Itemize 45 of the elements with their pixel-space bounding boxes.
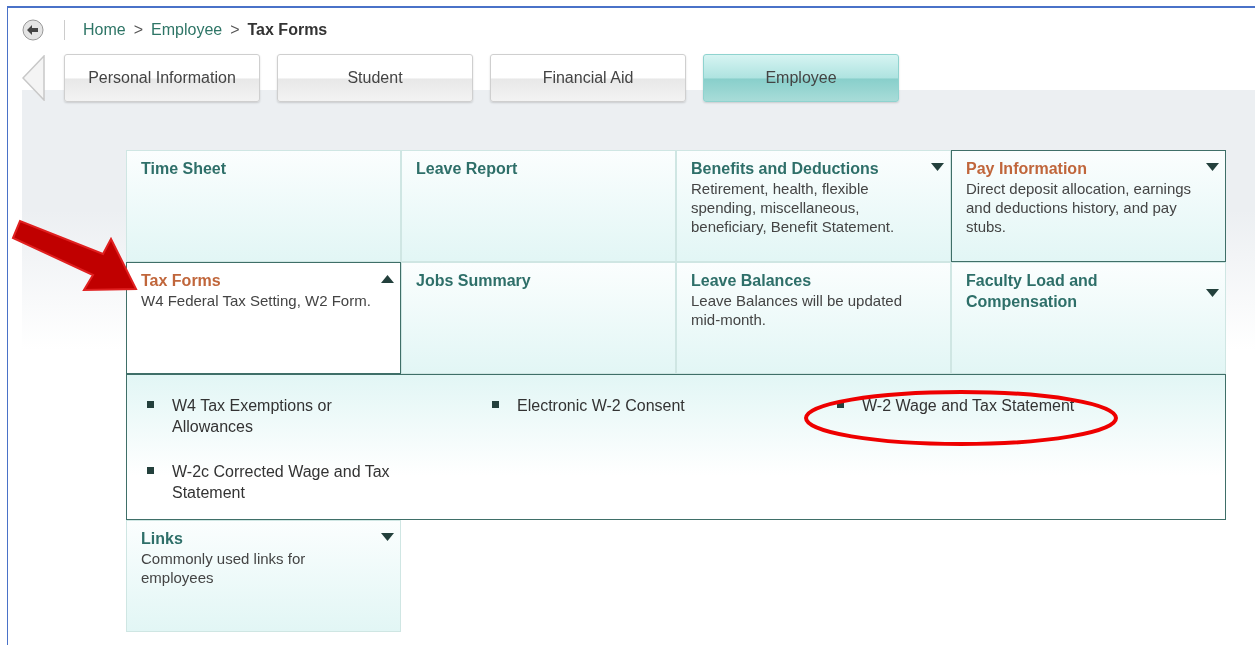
caret-down-icon[interactable]	[1206, 289, 1219, 297]
submenu-link[interactable]: Electronic W-2 Consent	[517, 395, 685, 416]
menu-tile[interactable]: Benefits and Deductions Retirement, health, flexible spending, miscellaneous, beneficiary, Benefit Statement.	[676, 150, 951, 262]
nav-tab[interactable]: Financial Aid	[490, 54, 686, 102]
tile-title[interactable]: Jobs Summary	[416, 270, 531, 291]
menu-tile[interactable]: Leave Balances Leave Balances will be updated mid-month.	[676, 262, 951, 374]
menu-tile[interactable]: Leave Report	[401, 150, 676, 262]
caret-down-icon[interactable]	[931, 163, 944, 171]
caret-down-icon[interactable]	[381, 533, 394, 541]
nav-tab[interactable]: Employee	[703, 54, 899, 102]
bullet-icon	[837, 401, 844, 408]
menu-tile[interactable]: Links Commonly used links for employees	[126, 520, 401, 632]
tile-title[interactable]: Links	[141, 528, 183, 549]
tile-title[interactable]: Time Sheet	[141, 158, 227, 179]
menu-tile[interactable]: Pay Information Direct deposit allocation, earnings and deductions history, and pay stubs.	[951, 150, 1226, 262]
menu-tile[interactable]: Faculty Load and Compensation	[951, 262, 1226, 374]
breadcrumb-separator: >	[230, 21, 240, 39]
tile-title[interactable]: Leave Balances	[691, 270, 812, 291]
breadcrumb-link[interactable]: Employee	[151, 21, 223, 39]
bullet-icon	[147, 401, 154, 408]
tile-description: Leave Balances will be updated mid-month.	[691, 291, 903, 329]
menu-tile[interactable]: Time Sheet	[126, 150, 401, 262]
tile-title[interactable]: Benefits and Deductions	[691, 158, 879, 179]
caret-down-icon[interactable]	[1206, 163, 1219, 171]
tile-description: Retirement, health, flexible spending, miscellaneous, beneficiary, Benefit Statement.	[691, 179, 896, 236]
bullet-icon	[147, 467, 154, 474]
back-icon[interactable]	[22, 19, 44, 41]
tile-title[interactable]: Tax Forms	[141, 270, 221, 291]
submenu-link[interactable]: W-2c Corrected Wage and Tax Statement	[172, 461, 412, 503]
submenu-link[interactable]: W4 Tax Exemptions or Allowances	[172, 395, 412, 437]
breadcrumb-current: Tax Forms	[247, 21, 328, 39]
breadcrumb-link[interactable]: Home	[83, 21, 126, 39]
nav-tab[interactable]: Personal Information	[64, 54, 260, 102]
breadcrumb-separator: >	[133, 21, 144, 39]
tile-description: Commonly used links for employees	[141, 549, 307, 587]
tile-title[interactable]: Faculty Load and Compensation	[966, 270, 1176, 312]
tile-title[interactable]: Leave Report	[416, 158, 518, 179]
menu-tile[interactable]: Jobs Summary	[401, 262, 676, 374]
menu-tile[interactable]: Tax Forms W4 Federal Tax Setting, W2 Form.	[126, 262, 401, 374]
tile-title[interactable]: Pay Information	[966, 158, 1087, 179]
tile-description: Direct deposit allocation, earnings and deductions history, and pay stubs.	[966, 179, 1193, 236]
tile-description: W4 Federal Tax Setting, W2 Form.	[141, 291, 372, 310]
nav-tab[interactable]: Student	[277, 54, 473, 102]
caret-up-icon[interactable]	[381, 275, 394, 283]
bullet-icon	[492, 401, 499, 408]
